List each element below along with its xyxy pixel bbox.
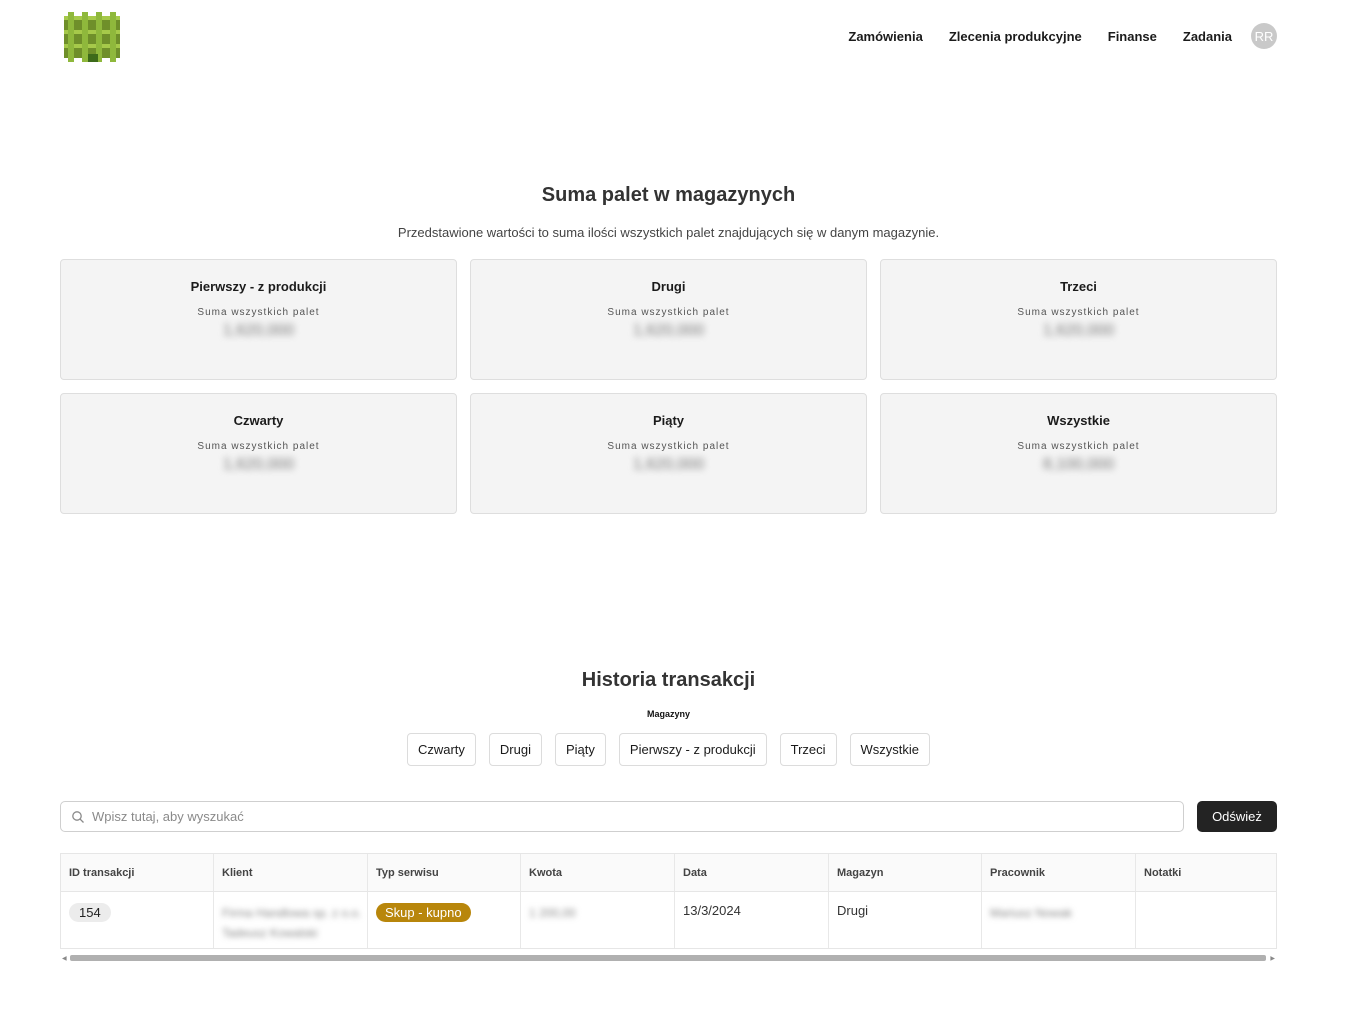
- avatar[interactable]: RR: [1251, 23, 1277, 49]
- nav-orders[interactable]: Zamówienia: [848, 29, 922, 44]
- scroll-right-icon[interactable]: ▶: [1270, 955, 1275, 962]
- warehouse-card: Drugi Suma wszystkich palet 1,620,000: [470, 259, 867, 380]
- nav-finance[interactable]: Finanse: [1108, 29, 1157, 44]
- cell-date: 13/3/2024: [675, 892, 829, 948]
- warehouse-cards: Pierwszy - z produkcji Suma wszystkich p…: [60, 259, 1277, 514]
- history-title: Historia transakcji: [581, 669, 756, 691]
- filter-trzeci-button[interactable]: Trzeci: [779, 733, 837, 766]
- cell-id: 154: [61, 892, 214, 948]
- card-label: Suma wszystkich palet: [1017, 441, 1140, 452]
- main-nav: Zamówienia Zlecenia produkcyjne Finanse …: [822, 22, 1277, 50]
- warehouse-card: Pierwszy - z produkcji Suma wszystkich p…: [60, 259, 457, 380]
- card-label: Suma wszystkich palet: [1017, 307, 1140, 318]
- card-label: Suma wszystkich palet: [607, 307, 730, 318]
- filter-pierwszy-button[interactable]: Pierwszy - z produkcji: [618, 733, 767, 766]
- column-header[interactable]: Magazyn: [829, 854, 982, 891]
- refresh-button[interactable]: Odśwież: [1197, 801, 1277, 832]
- warehouse-card: Wszystkie Suma wszystkich palet 8,100,00…: [880, 393, 1277, 514]
- card-title: Pierwszy - z produkcji: [190, 279, 327, 294]
- nav-production-orders[interactable]: Zlecenia produkcyjne: [949, 29, 1082, 44]
- column-header[interactable]: Klient: [214, 854, 368, 891]
- card-label: Suma wszystkich palet: [197, 441, 320, 452]
- client-contact: Tadeusz Kowalski: [222, 926, 318, 940]
- warehouse-filters: Czwarty Drugi Piąty Pierwszy - z produkc…: [0, 733, 1337, 766]
- card-label: Suma wszystkich palet: [197, 307, 320, 318]
- table-row[interactable]: 154 Firma Handlowa sp. z o.o. Tadeusz Ko…: [61, 892, 1276, 949]
- column-header[interactable]: Kwota: [521, 854, 675, 891]
- filter-piaty-button[interactable]: Piąty: [555, 733, 606, 766]
- horizontal-scrollbar[interactable]: ◀ ▶: [60, 953, 1277, 963]
- filter-wszystkie-button[interactable]: Wszystkie: [849, 733, 931, 766]
- card-value: 1,620,000: [222, 322, 295, 339]
- column-header[interactable]: Typ serwisu: [368, 854, 521, 891]
- summary-subtitle: Przedstawione wartości to suma ilości ws…: [397, 225, 940, 240]
- card-value: 1,620,000: [1042, 322, 1115, 339]
- pallet-logo-icon[interactable]: [60, 10, 124, 64]
- search-box: [60, 801, 1184, 832]
- card-title: Wszystkie: [1047, 413, 1110, 428]
- amount-value: 1 200,00: [529, 906, 576, 920]
- table-header: ID transakcji Klient Typ serwisu Kwota D…: [61, 854, 1276, 892]
- warehouse-card: Piąty Suma wszystkich palet 1,620,000: [470, 393, 867, 514]
- cell-service: Skup - kupno: [368, 892, 521, 948]
- filter-drugi-button[interactable]: Drugi: [488, 733, 542, 766]
- card-title: Czwarty: [233, 413, 284, 428]
- column-header[interactable]: Pracownik: [982, 854, 1136, 891]
- scroll-thumb[interactable]: [70, 955, 1266, 961]
- client-name: Firma Handlowa sp. z o.o.: [222, 906, 362, 920]
- cell-employee: Mariusz Nowak: [982, 892, 1136, 948]
- card-value: 1,620,000: [632, 322, 705, 339]
- scroll-left-icon[interactable]: ◀: [62, 955, 67, 962]
- card-value: 1,620,000: [632, 456, 705, 473]
- nav-tasks[interactable]: Zadania: [1183, 29, 1232, 44]
- column-header[interactable]: ID transakcji: [61, 854, 214, 891]
- summary-title: Suma palet w magazynych: [541, 184, 796, 206]
- filter-czwarty-button[interactable]: Czwarty: [406, 733, 476, 766]
- card-label: Suma wszystkich palet: [607, 441, 730, 452]
- header: Zamówienia Zlecenia produkcyjne Finanse …: [0, 0, 1356, 72]
- card-title: Piąty: [652, 413, 685, 428]
- column-header[interactable]: Notatki: [1136, 854, 1277, 891]
- card-value: 1,620,000: [222, 456, 295, 473]
- warehouse-card: Czwarty Suma wszystkich palet 1,620,000: [60, 393, 457, 514]
- card-value: 8,100,000: [1042, 456, 1115, 473]
- warehouse-filter-label: Magazyny: [646, 709, 690, 719]
- card-title: Drugi: [651, 279, 686, 294]
- transactions-table: ID transakcji Klient Typ serwisu Kwota D…: [60, 853, 1277, 949]
- column-header[interactable]: Data: [675, 854, 829, 891]
- employee-name: Mariusz Nowak: [990, 906, 1073, 920]
- search-input[interactable]: [92, 809, 1172, 824]
- cell-notes: [1136, 892, 1277, 948]
- card-title: Trzeci: [1060, 279, 1097, 294]
- cell-warehouse: Drugi: [829, 892, 982, 948]
- cell-amount: 1 200,00: [521, 892, 675, 948]
- search-icon: [72, 810, 84, 823]
- transaction-id-badge: 154: [69, 903, 111, 922]
- service-type-badge: Skup - kupno: [376, 903, 471, 922]
- cell-client: Firma Handlowa sp. z o.o. Tadeusz Kowals…: [214, 892, 368, 948]
- warehouse-card: Trzeci Suma wszystkich palet 1,620,000: [880, 259, 1277, 380]
